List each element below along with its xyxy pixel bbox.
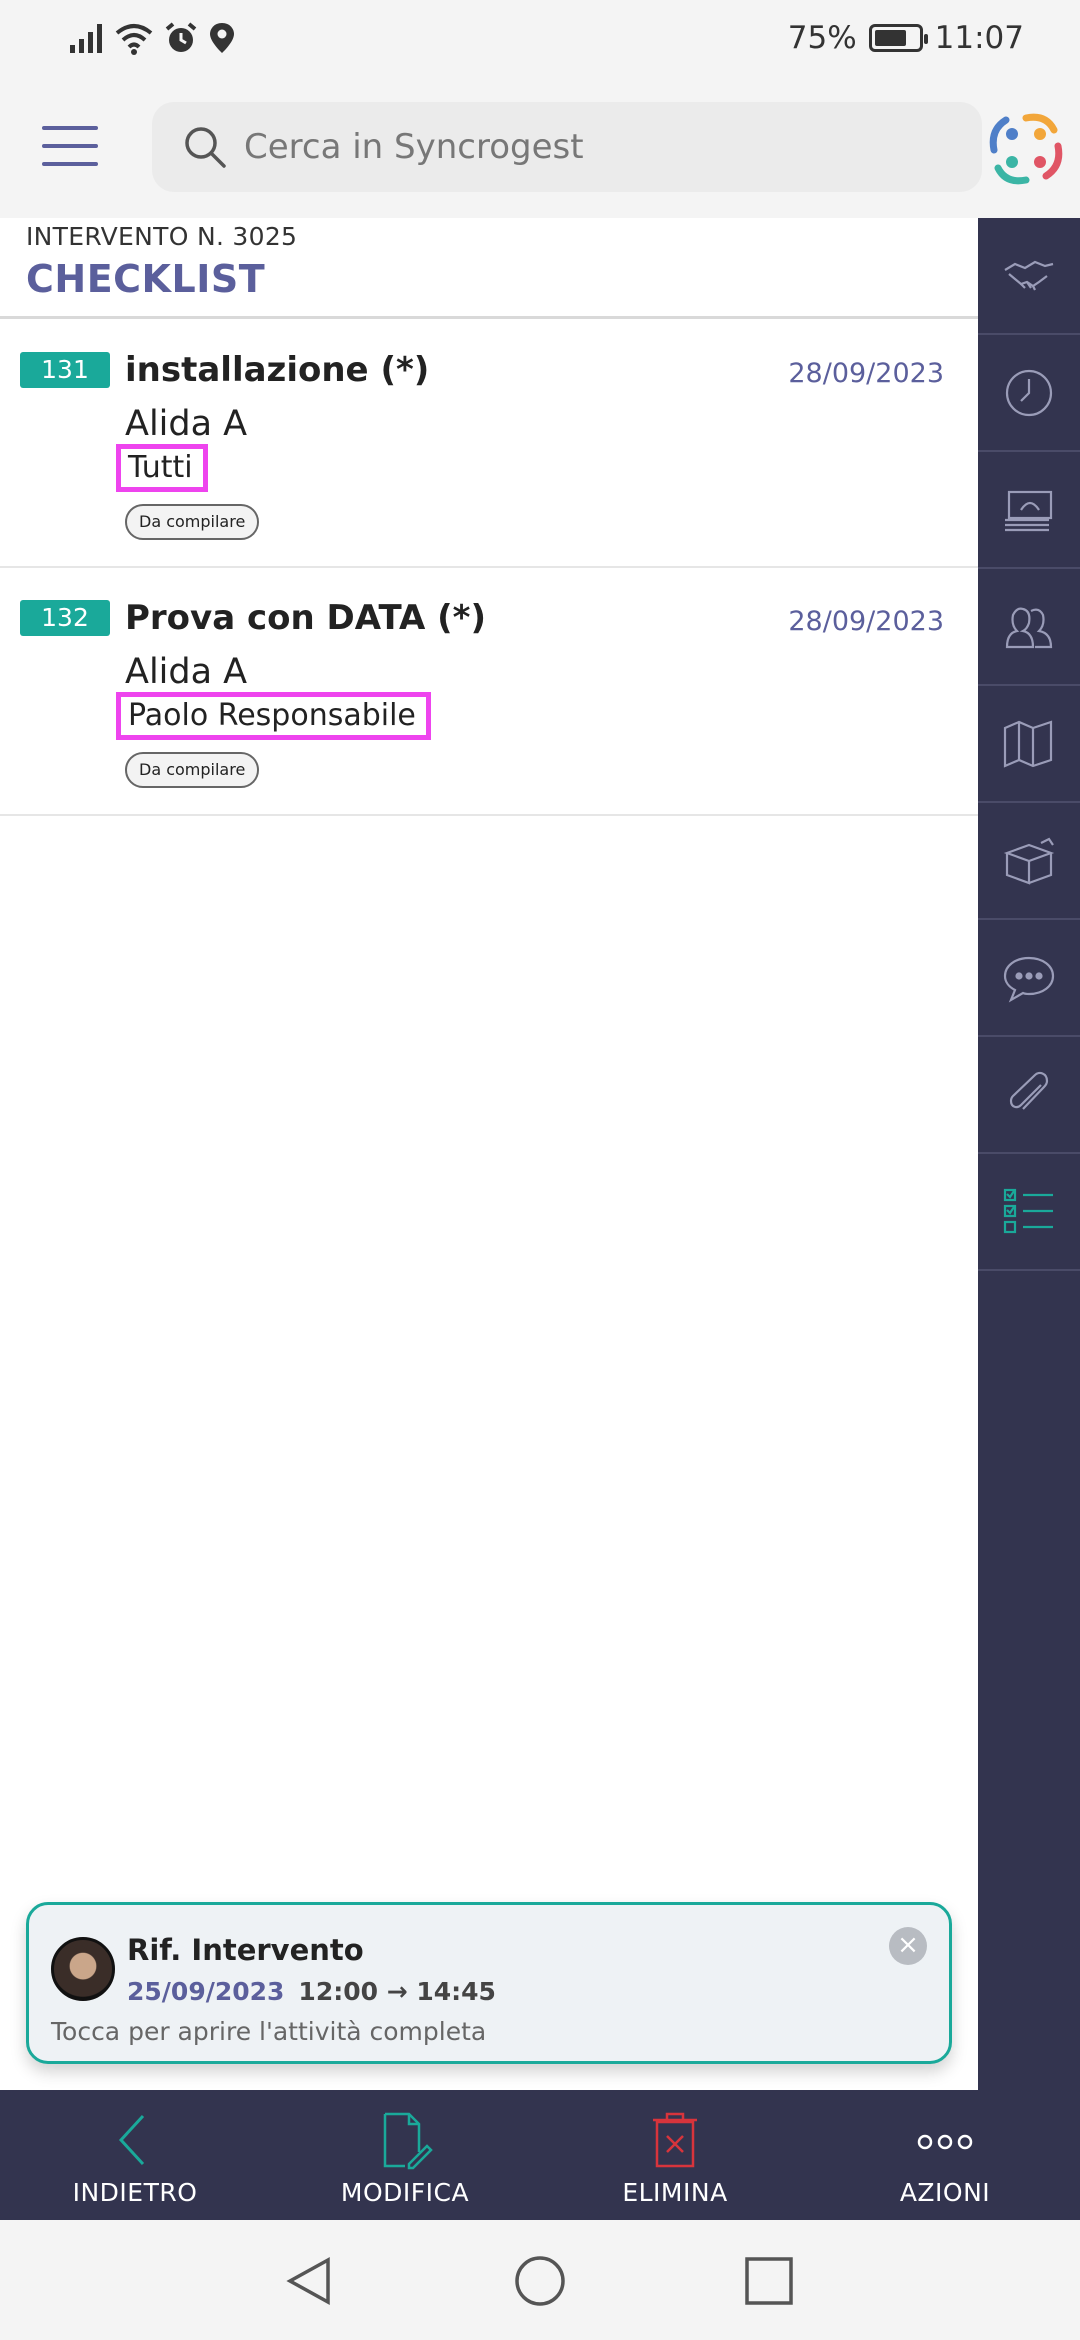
nav-home-icon[interactable] xyxy=(513,2254,567,2308)
people-icon xyxy=(1005,607,1053,648)
battery-icon xyxy=(868,24,928,52)
checklist-item[interactable]: 131 installazione (*) 28/09/2023 Alida A… xyxy=(0,320,978,568)
checklist-assignee: Tutti xyxy=(116,444,208,492)
rail-item-clock[interactable] xyxy=(978,335,1080,452)
trash-icon xyxy=(653,2112,697,2168)
checklist-number-badge: 131 xyxy=(20,352,110,388)
clock-time: 11:07 xyxy=(934,20,1024,56)
back-label: INDIETRO xyxy=(72,2178,198,2207)
delete-label: ELIMINA xyxy=(622,2178,728,2207)
notification-datetime: 25/09/2023 12:00 → 14:45 xyxy=(127,1977,496,2006)
status-right: 75% 11:07 xyxy=(788,18,1024,58)
rail-item-box[interactable] xyxy=(978,803,1080,920)
back-button[interactable]: INDIETRO xyxy=(0,2090,270,2220)
handshake-icon xyxy=(1004,260,1054,290)
search-input[interactable] xyxy=(244,127,944,167)
notification-date: 25/09/2023 xyxy=(127,1977,285,2006)
search-bar[interactable] xyxy=(152,102,982,192)
edit-button[interactable]: MODIFICA xyxy=(270,2090,540,2220)
section-rail xyxy=(978,218,1080,2090)
edit-label: MODIFICA xyxy=(340,2178,470,2207)
paperclip-icon xyxy=(1009,1071,1049,1110)
app-header xyxy=(0,76,1080,218)
wifi-icon xyxy=(115,24,153,55)
bottom-action-bar: INDIETRO MODIFICA ELIMINA AZIONI xyxy=(0,2090,1080,2220)
status-bar: 75% 11:07 xyxy=(0,0,1080,76)
rail-item-handshake[interactable] xyxy=(978,218,1080,335)
map-icon xyxy=(1003,719,1053,768)
close-icon[interactable]: × xyxy=(889,1927,927,1965)
rail-item-map[interactable] xyxy=(978,686,1080,803)
syncrogest-logo-icon[interactable] xyxy=(988,110,1064,186)
chevron-left-icon xyxy=(118,2114,145,2166)
location-icon xyxy=(210,23,234,53)
nav-recents-icon[interactable] xyxy=(742,2254,796,2308)
menu-icon[interactable] xyxy=(42,126,98,166)
alarm-icon xyxy=(165,22,197,52)
status-badge: Da compilare xyxy=(125,504,260,540)
chat-icon xyxy=(1003,956,1055,1003)
money-icon xyxy=(1005,490,1053,531)
checklist-owner: Alida A xyxy=(125,652,248,692)
edit-document-icon xyxy=(383,2112,433,2170)
rail-item-checklist[interactable] xyxy=(978,1154,1080,1271)
delete-button[interactable]: ELIMINA xyxy=(540,2090,810,2220)
notification-time-range: 12:00 → 14:45 xyxy=(298,1977,496,2006)
notification-title: Rif. Intervento xyxy=(127,1933,364,1967)
checklist-date: 28/09/2023 xyxy=(788,606,944,637)
checklist-title: Prova con DATA (*) xyxy=(125,598,487,638)
intervention-number: INTERVENTO N. 3025 xyxy=(26,222,298,251)
checklist-owner: Alida A xyxy=(125,404,248,444)
checklist-item[interactable]: 132 Prova con DATA (*) 28/09/2023 Alida … xyxy=(0,568,978,816)
checklist-icon xyxy=(1003,1188,1053,1233)
more-actions-button[interactable]: AZIONI xyxy=(810,2090,1080,2220)
signal-icon xyxy=(70,24,102,53)
battery-percent: 75% xyxy=(787,20,857,56)
system-nav-bar xyxy=(0,2220,1080,2340)
checklist-date: 28/09/2023 xyxy=(788,358,944,389)
page-heading: INTERVENTO N. 3025 CHECKLIST xyxy=(26,222,297,301)
activity-notification[interactable]: Rif. Intervento 25/09/2023 12:00 → 14:45 … xyxy=(26,1902,952,2064)
checklist-number-badge: 132 xyxy=(20,600,110,636)
avatar xyxy=(51,1937,115,2001)
rail-item-attachments[interactable] xyxy=(978,1037,1080,1154)
rail-item-people[interactable] xyxy=(978,569,1080,686)
rail-item-chat[interactable] xyxy=(978,920,1080,1037)
rail-item-money[interactable] xyxy=(978,452,1080,569)
page-title: CHECKLIST xyxy=(26,257,266,301)
notification-hint: Tocca per aprire l'attività completa xyxy=(51,2017,487,2046)
more-actions-label: AZIONI xyxy=(899,2178,991,2207)
clock-icon xyxy=(1005,369,1053,416)
status-icons xyxy=(68,18,236,58)
nav-back-icon[interactable] xyxy=(282,2254,336,2308)
checklist-title: installazione (*) xyxy=(125,350,430,390)
more-dots-icon xyxy=(917,2134,973,2150)
checklist-assignee: Paolo Responsabile xyxy=(116,692,431,740)
status-badge: Da compilare xyxy=(125,752,260,788)
search-icon xyxy=(185,127,226,168)
box-icon xyxy=(1003,837,1055,885)
divider xyxy=(0,316,978,319)
